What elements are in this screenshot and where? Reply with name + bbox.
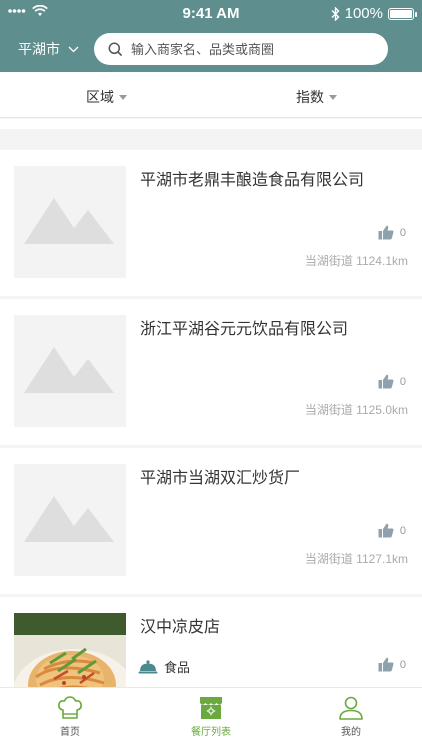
- restaurant-name: 平湖市老鼎丰酿造食品有限公司: [140, 172, 365, 189]
- tab-profile-label: 我的: [341, 727, 361, 738]
- placeholder-image-icon: [24, 496, 114, 542]
- thumbs-up-icon: [378, 657, 394, 672]
- restaurant-category: 食品: [138, 657, 190, 676]
- cold-noodles-photo: [14, 613, 126, 687]
- restaurant-address: 当湖街道 1124.1km: [304, 254, 408, 268]
- tab-home-label: 首页: [60, 727, 80, 738]
- filter-area[interactable]: 区域: [86, 87, 127, 107]
- caret-down-icon: [119, 94, 127, 100]
- battery-icon: [388, 7, 417, 20]
- like-count-value: 0: [399, 226, 406, 239]
- like-count-value: 0: [399, 524, 406, 537]
- restaurant-name: 浙江平湖谷元元饮品有限公司: [140, 321, 349, 338]
- bottom-tab-bar: 首页 餐厅列表 我的: [0, 687, 422, 750]
- restaurant-address: 当湖街道 1127.1km: [304, 552, 408, 566]
- restaurant-name: 平湖市当湖双汇炒货厂: [140, 470, 301, 487]
- status-right: 100%: [331, 5, 417, 22]
- restaurant-thumbnail: [14, 464, 126, 576]
- tab-profile[interactable]: 我的: [291, 688, 411, 738]
- like-count[interactable]: 0: [378, 523, 406, 538]
- bluetooth-icon: [331, 6, 340, 21]
- restaurant-name: 汉中凉皮店: [140, 619, 221, 636]
- tab-restaurant-list-label: 餐厅列表: [191, 727, 231, 738]
- restaurant-address: 当湖街道 1125.0km: [304, 403, 408, 417]
- cloche-icon: [138, 659, 158, 673]
- filter-index[interactable]: 指数: [296, 87, 337, 107]
- search-input[interactable]: [131, 41, 371, 57]
- restaurant-item[interactable]: 汉中凉皮店 食品 0: [0, 597, 422, 687]
- restaurant-item[interactable]: 浙江平湖谷元元饮品有限公司 0 当湖街道 1125.0km: [0, 299, 422, 445]
- status-bar: 9:41 AM 100%: [0, 0, 422, 28]
- chef-hat-icon: [58, 696, 82, 719]
- restaurant-item[interactable]: 平湖市当湖双汇炒货厂 0 当湖街道 1127.1km: [0, 448, 422, 594]
- restaurant-list[interactable]: 平湖市老鼎丰酿造食品有限公司 0 当湖街道 1124.1km 浙江平湖谷元元饮品…: [0, 119, 422, 687]
- filter-area-label: 区域: [86, 89, 114, 105]
- like-count-value: 0: [399, 375, 406, 388]
- thumbs-up-icon: [378, 374, 394, 389]
- chevron-down-icon: [68, 46, 79, 52]
- city-selector[interactable]: 平湖市: [18, 39, 79, 59]
- user-icon: [339, 696, 363, 720]
- thumbs-up-icon: [378, 225, 394, 240]
- filter-index-label: 指数: [296, 89, 324, 105]
- restaurant-item[interactable]: 平湖市老鼎丰酿造食品有限公司 0 当湖街道 1124.1km: [0, 150, 422, 296]
- restaurant-thumbnail: [14, 315, 126, 427]
- battery-percent: 100%: [344, 5, 383, 22]
- like-count-value: 0: [399, 658, 406, 671]
- restaurant-item-partial[interactable]: [0, 119, 422, 129]
- like-count[interactable]: 0: [378, 225, 406, 240]
- tab-restaurant-list[interactable]: 餐厅列表: [151, 688, 271, 738]
- category-label: 食品: [164, 660, 191, 675]
- search-box[interactable]: [94, 33, 388, 65]
- like-count[interactable]: 0: [378, 657, 406, 672]
- caret-down-icon: [329, 94, 337, 100]
- search-icon: [108, 42, 123, 56]
- header: 9:41 AM 100% 平湖市: [0, 0, 422, 72]
- filter-bar: 区域 指数: [0, 72, 422, 118]
- city-label: 平湖市: [18, 41, 60, 57]
- thumbs-up-icon: [378, 523, 394, 538]
- like-count[interactable]: 0: [378, 374, 406, 389]
- storefront-icon: [200, 697, 222, 719]
- tab-home[interactable]: 首页: [10, 688, 130, 738]
- placeholder-image-icon: [24, 198, 114, 244]
- placeholder-image-icon: [24, 347, 114, 393]
- restaurant-thumbnail: [14, 166, 126, 278]
- restaurant-photo: [14, 613, 126, 687]
